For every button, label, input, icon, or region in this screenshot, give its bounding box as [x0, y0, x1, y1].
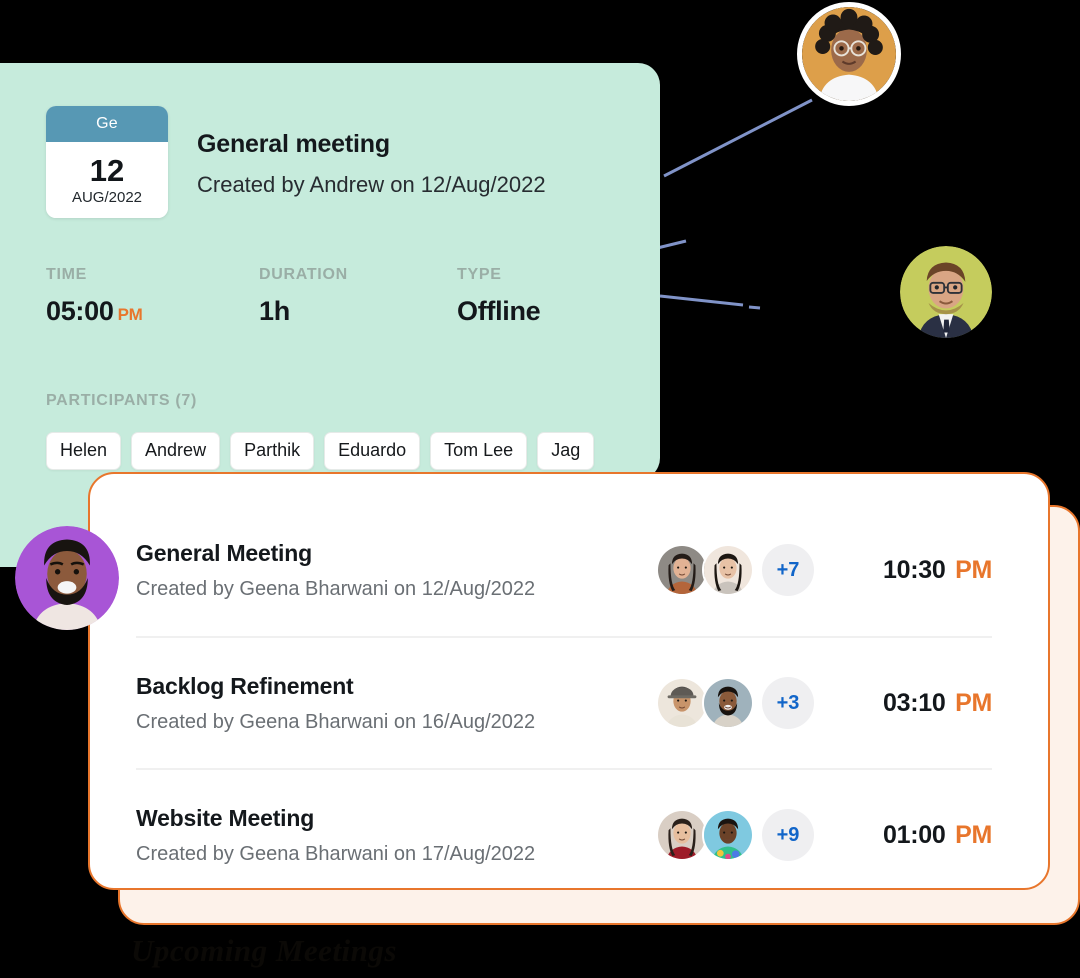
meeting-list-row[interactable]: General Meeting Created by Geena Bharwani…	[136, 504, 992, 636]
meeting-row-time: 03:10 PM	[883, 689, 992, 718]
meeting-row-title: Website Meeting	[136, 804, 315, 831]
meeting-row-title: Backlog Refinement	[136, 672, 354, 699]
meta-duration-value: 1h	[259, 296, 290, 326]
meeting-row-text: General Meeting Created by Geena Bharwani…	[136, 540, 641, 601]
participant-chip[interactable]: Eduardo	[324, 432, 421, 470]
meeting-created-by: Created by Andrew on 12/Aug/2022	[197, 172, 546, 197]
meeting-row-time: 10:30 PM	[883, 556, 992, 585]
participant-chip[interactable]: Andrew	[131, 432, 221, 470]
participant-overflow-badge[interactable]: +3	[762, 677, 814, 729]
connector-line-4	[748, 305, 761, 310]
meeting-row-avatar-group: +7	[656, 544, 814, 596]
avatar-curly-hair-glasses-woman[interactable]	[797, 2, 901, 106]
connector-line-1	[663, 98, 813, 178]
meeting-row-time-ampm: PM	[955, 688, 992, 717]
participant-chip[interactable]: Jag	[537, 432, 595, 470]
avatar-suit-glasses-man[interactable]	[900, 246, 992, 338]
avatar-woman-dark-hair-photo[interactable]	[656, 544, 708, 596]
meta-duration: DURATION 1h	[259, 266, 348, 327]
participant-chip-list: Helen Andrew Parthik Eduardo Tom Lee Jag	[46, 432, 646, 470]
meeting-row-time-ampm: PM	[955, 820, 992, 849]
meeting-row-time-number: 03:10	[882, 688, 946, 717]
meeting-row-time-ampm: PM	[955, 555, 992, 584]
meeting-list-row[interactable]: Backlog Refinement Created by Geena Bharw…	[136, 636, 992, 768]
page-title: General meeting	[197, 130, 390, 158]
participant-chip[interactable]: Tom Lee	[430, 432, 528, 470]
meeting-row-created-by: Created by Geena Bharwani on 16/Aug/2022	[136, 710, 536, 733]
meeting-row-time-number: 01:00	[882, 820, 946, 849]
meeting-row-created-by: Created by Geena Bharwani on 12/Aug/2022	[136, 577, 536, 600]
avatar-smiling-bearded-man[interactable]	[15, 526, 119, 630]
meeting-row-time: 01:00 PM	[883, 821, 992, 850]
date-badge-body: 12 AUG/2022	[46, 142, 168, 218]
date-badge-day: 12	[89, 152, 125, 188]
meeting-row-created-by: Created by Geena Bharwani on 17/Aug/2022	[136, 842, 536, 865]
date-badge-month-year: AUG/2022	[71, 188, 143, 206]
participant-chip[interactable]: Parthik	[230, 432, 315, 470]
meta-type-value: Offline	[457, 296, 541, 326]
meeting-row-text: Backlog Refinement Created by Geena Bharw…	[136, 673, 641, 734]
meta-time-ampm: PM	[117, 305, 143, 324]
meeting-row-time-number: 10:30	[882, 555, 946, 584]
meta-time-label: TIME	[46, 266, 88, 283]
meta-type-label: TYPE	[457, 266, 502, 283]
avatar-woman-red-top-photo[interactable]	[656, 809, 708, 861]
avatar-man-beard-photo[interactable]	[702, 677, 754, 729]
meeting-row-avatar-group: +3	[656, 677, 814, 729]
meeting-row-avatar-group: +9	[656, 809, 814, 861]
watermark-text: Upcoming Meetings	[131, 933, 397, 968]
meeting-row-text: Website Meeting Created by Geena Bharwani…	[136, 805, 641, 866]
participant-overflow-badge[interactable]: +9	[762, 809, 814, 861]
date-badge: Ge 12 AUG/2022	[46, 106, 168, 218]
date-badge-header: Ge	[46, 106, 168, 142]
meeting-list-card: General Meeting Created by Geena Bharwani…	[88, 472, 1050, 890]
illustration-stage: Ge 12 AUG/2022 General meeting Created b…	[0, 0, 1080, 978]
avatar-man-colorful-shirt-photo[interactable]	[702, 809, 754, 861]
meeting-row-title: General Meeting	[136, 539, 312, 566]
avatar-woman-long-hair-photo[interactable]	[702, 544, 754, 596]
meta-time-number: 05:00	[46, 296, 114, 326]
meta-time: TIME 05:00 PM	[46, 266, 143, 327]
meeting-list: General Meeting Created by Geena Bharwani…	[90, 474, 1048, 888]
participant-chip[interactable]: Helen	[46, 432, 122, 470]
participants-label: PARTICIPANTS (7)	[46, 392, 198, 409]
connector-line-3	[659, 294, 744, 307]
meta-time-value: 05:00 PM	[46, 296, 143, 327]
meta-duration-label: DURATION	[259, 266, 348, 283]
meeting-list-row[interactable]: Website Meeting Created by Geena Bharwani…	[136, 768, 992, 888]
participant-overflow-badge[interactable]: +7	[762, 544, 814, 596]
avatar-man-cap-photo[interactable]	[656, 677, 708, 729]
meta-type: TYPE Offline	[457, 266, 541, 327]
